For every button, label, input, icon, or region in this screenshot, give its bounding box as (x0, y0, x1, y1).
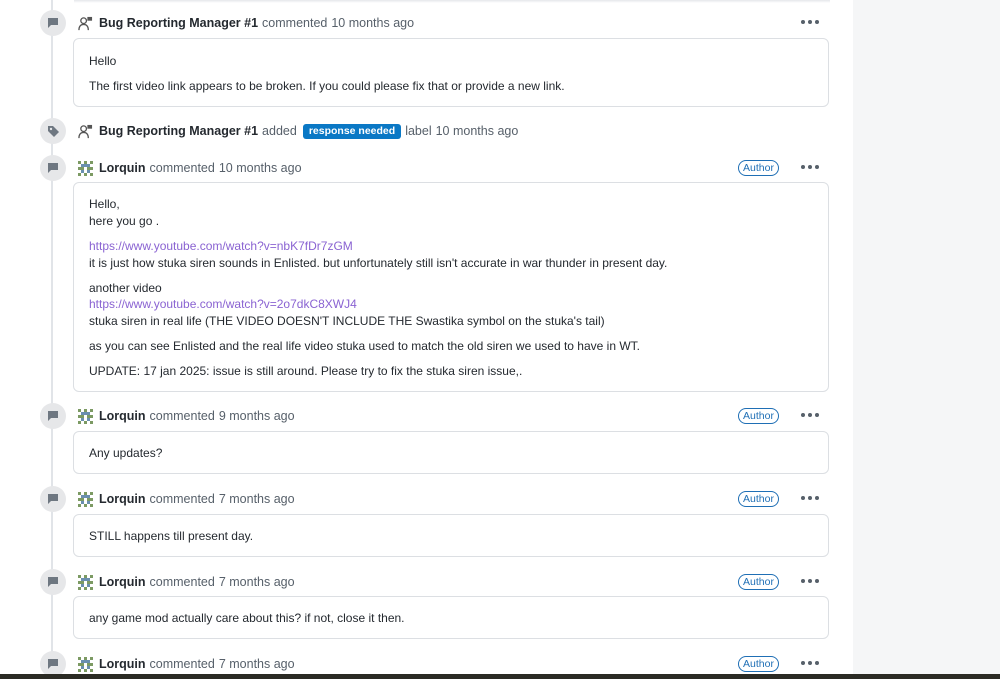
comment-author[interactable]: Lorquin (99, 657, 146, 671)
issue-timeline: Bug Reporting Manager #1 commented 10 mo… (0, 0, 853, 679)
comment-time[interactable]: 7 months ago (219, 492, 295, 506)
side-panel (853, 0, 1000, 679)
more-options-icon[interactable] (801, 162, 819, 172)
youtube-link[interactable]: https://www.youtube.com/watch?v=nbK7fDr7… (89, 239, 353, 253)
bug-manager-avatar[interactable] (78, 124, 93, 139)
comment-action: commented (149, 161, 215, 175)
more-options-icon[interactable] (801, 410, 819, 420)
event-author[interactable]: Bug Reporting Manager #1 (99, 124, 258, 138)
comment-body: Hello The first video link appears to be… (73, 38, 829, 107)
comment-author[interactable]: Bug Reporting Manager #1 (99, 16, 258, 30)
comment-icon (40, 155, 66, 181)
comment-icon (40, 569, 66, 595)
comment-author[interactable]: Lorquin (99, 409, 146, 423)
pixel-avatar[interactable] (78, 574, 93, 590)
event-time[interactable]: 10 months ago (436, 124, 519, 138)
comment-header: Lorquin commented 9 months ago (78, 406, 295, 426)
pixel-avatar[interactable] (78, 408, 93, 424)
comment-body: STILL happens till present day. (73, 514, 829, 557)
comment-text: Hello, (89, 197, 120, 211)
previous-card-edge (74, 0, 830, 3)
comment-time[interactable]: 10 months ago (331, 16, 414, 30)
comment-author[interactable]: Lorquin (99, 492, 146, 506)
comment-header: Lorquin commented 7 months ago (78, 489, 295, 509)
event-action: added (262, 124, 297, 138)
comment-text: any game mod actually care about this? i… (89, 611, 405, 625)
comment-icon (40, 10, 66, 36)
author-badge: Author (738, 491, 779, 507)
comment-text: Hello (89, 54, 117, 68)
tag-icon (40, 118, 66, 144)
author-badge: Author (738, 574, 779, 590)
window-bottom-edge (0, 674, 1000, 679)
more-options-icon[interactable] (801, 658, 819, 668)
comment-icon (40, 486, 66, 512)
comment-header: Lorquin commented 7 months ago (78, 654, 295, 674)
comment-body: Hello, here you go . https://www.youtube… (73, 182, 829, 392)
comment-action: commented (149, 657, 215, 671)
comment-time[interactable]: 10 months ago (219, 161, 302, 175)
comment-text: here you go . (89, 214, 160, 228)
more-options-icon[interactable] (801, 493, 819, 503)
comment-text: UPDATE: 17 jan 2025: issue is still arou… (89, 364, 523, 378)
label-badge[interactable]: response needed (302, 123, 402, 139)
comment-text: STILL happens till present day. (89, 529, 254, 543)
author-badge: Author (738, 656, 779, 672)
label-event: Bug Reporting Manager #1 added response … (78, 121, 518, 141)
author-badge: Author (738, 160, 779, 176)
author-badge: Author (738, 408, 779, 424)
comment-text: Any updates? (89, 446, 163, 460)
comment-action: commented (149, 575, 215, 589)
comment-text: it is just how stuka siren sounds in Enl… (89, 256, 668, 270)
comment-header: Lorquin commented 10 months ago (78, 158, 302, 178)
comment-icon (40, 403, 66, 429)
comment-time[interactable]: 7 months ago (219, 657, 295, 671)
comment-header: Lorquin commented 7 months ago (78, 572, 295, 592)
comment-time[interactable]: 7 months ago (219, 575, 295, 589)
comment-body: any game mod actually care about this? i… (73, 596, 829, 639)
event-suffix: label (405, 124, 432, 138)
comment-author[interactable]: Lorquin (99, 161, 146, 175)
youtube-link[interactable]: https://www.youtube.com/watch?v=2o7dkC8X… (89, 297, 357, 311)
pixel-avatar[interactable] (78, 160, 93, 176)
more-options-icon[interactable] (801, 576, 819, 586)
comment-action: commented (262, 16, 328, 30)
comment-text: another video (89, 281, 162, 295)
bug-manager-avatar[interactable] (78, 16, 93, 31)
comment-text: The first video link appears to be broke… (89, 79, 565, 93)
comment-text: as you can see Enlisted and the real lif… (89, 339, 640, 353)
comment-header: Bug Reporting Manager #1 commented 10 mo… (78, 13, 414, 33)
pixel-avatar[interactable] (78, 491, 93, 507)
comment-action: commented (149, 409, 215, 423)
comment-action: commented (149, 492, 215, 506)
comment-time[interactable]: 9 months ago (219, 409, 295, 423)
comment-body: Any updates? (73, 431, 829, 474)
comment-author[interactable]: Lorquin (99, 575, 146, 589)
more-options-icon[interactable] (801, 17, 819, 27)
comment-text: stuka siren in real life (THE VIDEO DOES… (89, 314, 605, 328)
pixel-avatar[interactable] (78, 656, 93, 672)
